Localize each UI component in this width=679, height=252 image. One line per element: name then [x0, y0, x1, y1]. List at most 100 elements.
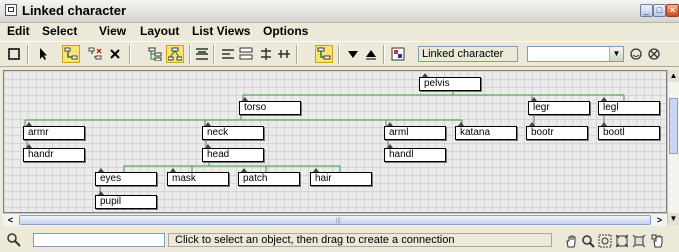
expand-triangle-icon[interactable] [313, 168, 319, 172]
menu-view[interactable]: View [99, 24, 126, 38]
horizontal-scrollbar[interactable]: < ||| > [3, 213, 667, 226]
selection-name-field[interactable]: Linked character [418, 46, 518, 62]
spread-icon[interactable] [315, 45, 333, 63]
filter-icon[interactable] [344, 45, 362, 63]
title-bar[interactable]: Linked character _ □ × [0, 0, 679, 23]
align-left-icon[interactable] [219, 45, 237, 63]
node-katana[interactable]: katana [455, 122, 517, 140]
zoom-region-icon[interactable] [597, 233, 613, 248]
expand-triangle-icon[interactable] [531, 97, 537, 101]
pan-hand-icon[interactable] [563, 233, 579, 248]
node-legl[interactable]: legl [598, 97, 660, 115]
toolbar: Linked character ▼ [0, 41, 679, 67]
search-icon[interactable] [6, 232, 22, 248]
toolbar-separator [213, 45, 215, 64]
arrange-icon[interactable] [193, 45, 211, 63]
close-button[interactable]: × [666, 4, 679, 17]
chevron-down-icon[interactable]: ▼ [609, 47, 623, 61]
toolbar-separator [27, 45, 29, 64]
expand-triangle-icon[interactable] [98, 168, 104, 172]
node-handr[interactable]: handr [23, 144, 85, 162]
window-title: Linked character [22, 3, 127, 18]
select-icon[interactable] [34, 45, 52, 63]
tree-icon[interactable] [275, 45, 293, 63]
expand-triangle-icon[interactable] [387, 122, 393, 126]
node-label: hair [315, 173, 332, 184]
node-label: pelvis [424, 78, 450, 89]
grip-icon: ||| [336, 218, 341, 224]
name-field-icon[interactable] [389, 45, 407, 63]
reset-icon[interactable] [645, 45, 663, 63]
pan-to-selected-icon[interactable] [650, 233, 666, 248]
node-hair[interactable]: hair [310, 168, 372, 186]
node-neck[interactable]: neck [202, 122, 264, 140]
node-bootr[interactable]: bootr [526, 122, 588, 140]
align-right-icon[interactable] [257, 45, 275, 63]
references-mode-icon[interactable] [166, 45, 184, 63]
node-label: handr [28, 149, 54, 160]
node-armr[interactable]: armr [23, 122, 85, 140]
status-search-input[interactable] [33, 233, 165, 247]
node-arml[interactable]: arml [384, 122, 446, 140]
node-patch[interactable]: patch [238, 168, 300, 186]
expand-triangle-icon[interactable] [422, 73, 428, 77]
node-torso[interactable]: torso [239, 97, 301, 115]
node-label: neck [207, 127, 229, 138]
expand-triangle-icon[interactable] [242, 97, 248, 101]
node-eyes[interactable]: eyes [95, 168, 157, 186]
menu-select[interactable]: Select [42, 24, 77, 38]
toolbar-separator [129, 45, 131, 64]
menu-options[interactable]: Options [263, 24, 308, 38]
node-label: legr [533, 102, 550, 113]
menu-edit[interactable]: Edit [7, 24, 30, 38]
expand-triangle-icon[interactable] [170, 168, 176, 172]
node-head[interactable]: head [202, 144, 264, 162]
node-pelvis[interactable]: pelvis [419, 73, 481, 91]
expand-triangle-icon[interactable] [205, 144, 211, 148]
node-label: bootr [531, 127, 554, 138]
node-handl[interactable]: handl [384, 144, 446, 162]
expand-triangle-icon[interactable] [529, 122, 535, 126]
rename-icon[interactable] [627, 45, 645, 63]
vertical-scroll-thumb[interactable] [669, 98, 678, 154]
node-mask[interactable]: mask [167, 168, 229, 186]
window-icon [5, 4, 17, 16]
delete-icon[interactable] [106, 45, 124, 63]
node-legr[interactable]: legr [528, 97, 590, 115]
expand-triangle-icon[interactable] [458, 122, 464, 126]
node-label: armr [28, 127, 49, 138]
hierarchy-mode-icon[interactable] [146, 45, 164, 63]
zoom-icon[interactable] [580, 233, 596, 248]
zoom-extents-icon[interactable] [614, 233, 630, 248]
schematic-canvas[interactable]: pelvis torso legr legl armr neck arml ka… [3, 70, 667, 213]
expand-triangle-icon[interactable] [241, 168, 247, 172]
zoom-selected-icon[interactable] [631, 233, 647, 248]
maximize-button[interactable]: □ [653, 4, 666, 17]
scroll-right-icon[interactable]: > [653, 214, 666, 226]
connect-icon[interactable] [62, 45, 80, 63]
minimize-button[interactable]: _ [640, 4, 653, 17]
expand-triangle-icon[interactable] [387, 144, 393, 148]
expand-triangle-icon[interactable] [26, 144, 32, 148]
align-center-icon[interactable] [237, 45, 255, 63]
display-floater-icon[interactable] [5, 45, 23, 63]
node-pupil[interactable]: pupil [95, 191, 157, 209]
named-set-dropdown[interactable]: ▼ [527, 46, 624, 62]
expand-triangle-icon[interactable] [601, 122, 607, 126]
menu-bar: Edit Select View Layout List Views Optio… [0, 23, 679, 40]
scroll-down-icon[interactable]: ▼ [668, 213, 679, 225]
menu-layout[interactable]: Layout [140, 24, 179, 38]
unlink-icon[interactable] [86, 45, 104, 63]
horizontal-scroll-thumb[interactable]: ||| [19, 215, 651, 225]
scroll-left-icon[interactable]: < [4, 214, 17, 226]
scroll-up-icon[interactable]: ▲ [668, 70, 679, 82]
expand-triangle-icon[interactable] [26, 122, 32, 126]
shrink-icon[interactable] [362, 45, 380, 63]
node-bootl[interactable]: bootl [598, 122, 660, 140]
menu-list-views[interactable]: List Views [192, 24, 250, 38]
expand-triangle-icon[interactable] [205, 122, 211, 126]
expand-triangle-icon[interactable] [601, 97, 607, 101]
vertical-scrollbar[interactable]: ▲ ▼ [667, 70, 679, 225]
node-label: head [207, 149, 230, 160]
expand-triangle-icon[interactable] [98, 191, 104, 195]
